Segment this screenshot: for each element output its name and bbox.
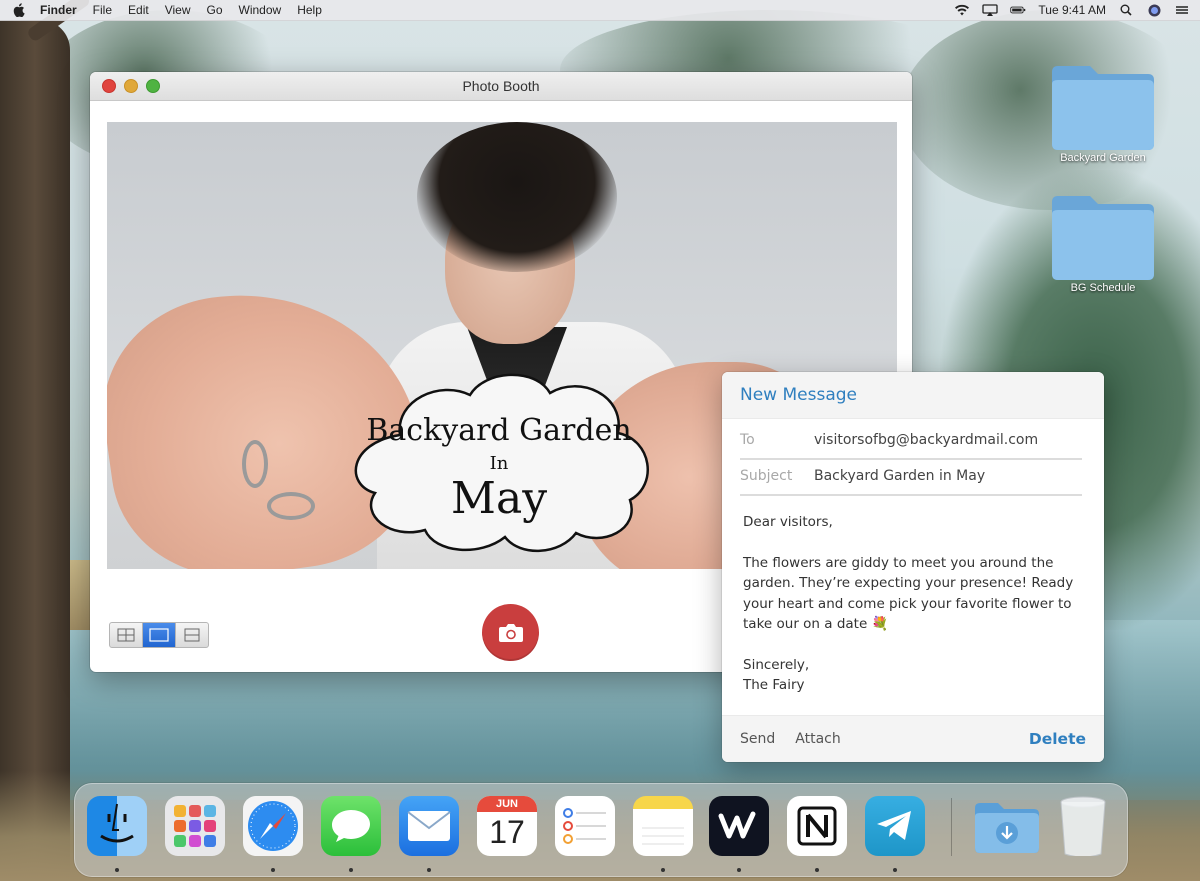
menu-finder[interactable]: Finder [40, 3, 77, 17]
overlay-line-2: In [489, 453, 509, 474]
menu-go[interactable]: Go [207, 3, 223, 17]
single-photo-icon [149, 628, 169, 642]
photo-hair [417, 122, 617, 272]
message-paragraph: The flowers are giddy to meet you around… [743, 554, 1074, 633]
control-center-icon[interactable] [1174, 4, 1190, 16]
photo-ring [242, 440, 268, 488]
subject-label: Subject [740, 468, 793, 484]
to-field[interactable]: To visitorsofbg@backyardmail.com [740, 422, 1082, 460]
telegram-icon[interactable] [865, 796, 925, 856]
photo-booth-titlebar[interactable]: Photo Booth [90, 72, 912, 101]
search-icon[interactable] [1118, 4, 1134, 16]
menu-view[interactable]: View [165, 3, 191, 17]
message-signature: The Fairy [743, 677, 805, 693]
menu-help[interactable]: Help [297, 3, 322, 17]
menu-edit[interactable]: Edit [128, 3, 149, 17]
dock: JUN 17 [74, 783, 1128, 877]
cloud-title-overlay: Backyard Garden In May [340, 365, 658, 555]
mail-icon[interactable] [399, 796, 459, 856]
message-footer: Send Attach Delete [722, 715, 1104, 762]
attach-button[interactable]: Attach [795, 731, 840, 747]
weverse-icon[interactable] [709, 796, 769, 856]
running-indicator [427, 868, 431, 872]
grid-icon [117, 628, 135, 642]
reminders-icon[interactable] [555, 796, 615, 856]
delete-button[interactable]: Delete [1029, 730, 1086, 748]
overlay-line-1: Backyard Garden [366, 413, 632, 448]
folder-icon [1048, 192, 1158, 280]
menubar-clock[interactable]: Tue 9:41 AM [1038, 3, 1106, 17]
desktop-folder-bg-schedule[interactable]: BG Schedule [1043, 192, 1163, 294]
single-view-button[interactable] [143, 623, 176, 647]
window-title: Photo Booth [462, 78, 540, 94]
to-value[interactable]: visitorsofbg@backyardmail.com [814, 432, 1038, 448]
siri-icon[interactable] [1146, 4, 1162, 16]
finder-icon[interactable] [87, 796, 147, 856]
wallpaper-tree-trunk [0, 20, 70, 881]
apple-menu-icon[interactable] [12, 3, 26, 17]
message-header: New Message [722, 372, 1104, 419]
folder-icon [1048, 62, 1158, 150]
photo-ring [267, 492, 315, 520]
desktop-folder-backyard-garden[interactable]: Backyard Garden [1043, 62, 1163, 164]
menu-file[interactable]: File [93, 3, 112, 17]
close-window-button[interactable] [102, 79, 116, 93]
safari-icon[interactable] [243, 796, 303, 856]
menu-bar: Finder File Edit View Go Window Help Tue… [0, 0, 1200, 21]
view-mode-switch [109, 622, 209, 648]
subject-value[interactable]: Backyard Garden in May [814, 468, 985, 484]
message-body[interactable]: Dear visitors, The flowers are giddy to … [743, 512, 1088, 696]
running-indicator [115, 868, 119, 872]
running-indicator [737, 868, 741, 872]
take-photo-button[interactable] [482, 604, 539, 661]
notes-icon[interactable] [633, 796, 693, 856]
camera-icon [498, 623, 523, 642]
battery-icon[interactable] [1010, 4, 1026, 16]
dock-separator [951, 798, 952, 856]
zoom-window-button[interactable] [146, 79, 160, 93]
four-up-view-button[interactable] [110, 623, 143, 647]
calendar-month: JUN [477, 796, 537, 812]
airplay-icon[interactable] [982, 4, 999, 16]
calendar-icon[interactable]: JUN 17 [477, 796, 537, 856]
message-greeting: Dear visitors, [743, 514, 833, 530]
to-label: To [740, 432, 755, 448]
folder-label: BG Schedule [1070, 282, 1136, 294]
running-indicator [893, 868, 897, 872]
calendar-day: 17 [489, 814, 525, 850]
new-message-window: New Message To visitorsofbg@backyardmail… [722, 372, 1104, 762]
messages-icon[interactable] [321, 796, 381, 856]
send-button[interactable]: Send [740, 731, 775, 747]
video-strip-icon [184, 628, 200, 642]
notion-icon[interactable] [787, 796, 847, 856]
folder-label: Backyard Garden [1060, 152, 1146, 164]
subject-field[interactable]: Subject Backyard Garden in May [740, 458, 1082, 496]
launchpad-icon[interactable] [165, 796, 225, 856]
running-indicator [661, 868, 665, 872]
running-indicator [349, 868, 353, 872]
running-indicator [815, 868, 819, 872]
message-signoff: Sincerely, [743, 656, 810, 673]
menu-window[interactable]: Window [239, 3, 282, 17]
minimize-window-button[interactable] [124, 79, 138, 93]
running-indicator [271, 868, 275, 872]
trash-icon[interactable] [1055, 796, 1111, 856]
overlay-line-3: May [450, 473, 548, 524]
downloads-folder-icon[interactable] [971, 796, 1043, 856]
strip-view-button[interactable] [176, 623, 208, 647]
message-title: New Message [740, 385, 857, 405]
wifi-icon[interactable] [954, 4, 970, 16]
